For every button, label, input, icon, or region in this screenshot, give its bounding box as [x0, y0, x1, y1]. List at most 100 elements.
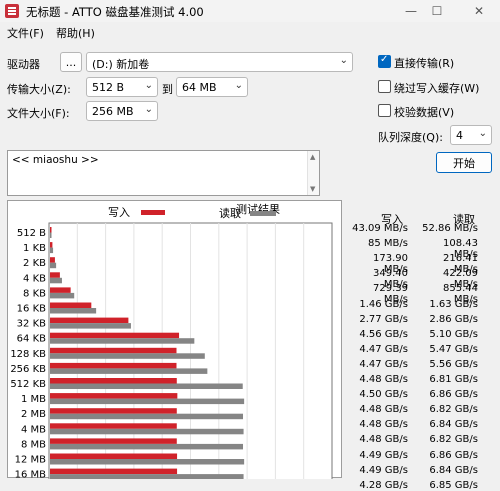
- write-bar: [50, 423, 177, 429]
- bypass-write-cache-label: 绕过写入缓存(W): [394, 82, 480, 95]
- category-label: 12 MB: [15, 455, 47, 466]
- read-result-value: 52.86 MB/s: [422, 223, 478, 234]
- read-bar: [50, 277, 62, 284]
- description-textarea[interactable]: << miaoshu >> ▲ ▼: [7, 150, 320, 196]
- read-result-value: 6.82 GB/s: [429, 404, 478, 416]
- category-label: 512 KB: [10, 379, 46, 390]
- read-result-value: 6.86 GB/s: [429, 449, 478, 461]
- results-chart-panel: 测试结果 写入 读取 512 B1 KB 2 KB 4 KB 8 KB 16 KB 32 KB 6…: [7, 200, 342, 491]
- write-bar: [50, 453, 178, 459]
- direct-io-checkbox[interactable]: [378, 54, 391, 68]
- category-label: 4 MB: [21, 424, 46, 435]
- legend-read-label: 读取: [219, 206, 241, 220]
- write-result-value: 1.46 GB/s: [359, 298, 408, 310]
- transfer-from-value: 512 B: [92, 81, 125, 94]
- read-bar: [50, 262, 57, 269]
- category-label: 1 MB: [21, 394, 46, 405]
- read-result-value: 6.82 GB/s: [429, 434, 478, 446]
- chevron-down-icon: ⌄: [144, 104, 153, 115]
- write-bar: [50, 438, 177, 444]
- write-bar: [50, 393, 178, 399]
- direct-io-label: 直接传输(R): [394, 57, 455, 70]
- description-scrollbar[interactable]: ▲ ▼: [307, 151, 319, 195]
- chevron-down-icon: ⌄: [144, 80, 153, 91]
- close-button[interactable]: ✕: [466, 2, 492, 20]
- category-label: 16 KB: [17, 304, 46, 315]
- category-label: 8 KB: [23, 288, 46, 299]
- read-bar: [50, 413, 244, 420]
- maximize-button[interactable]: ☐: [424, 2, 450, 20]
- queue-depth-label: 队列深度(Q):: [378, 131, 443, 144]
- read-bar: [50, 428, 244, 435]
- category-label: 64 KB: [17, 334, 46, 345]
- category-label: 1 KB: [23, 243, 46, 254]
- read-result-value: 5.56 GB/s: [429, 358, 478, 370]
- write-result-value: 4.47 GB/s: [359, 343, 408, 355]
- read-bar: [50, 323, 131, 329]
- category-label: 128 KB: [10, 349, 46, 360]
- chevron-down-icon: ⌄: [234, 80, 243, 91]
- read-bar: [50, 383, 243, 389]
- read-bar: [50, 398, 245, 405]
- file-size-select[interactable]: 256 MB ⌄: [86, 101, 158, 121]
- menu-file[interactable]: 文件(F): [7, 25, 44, 41]
- verify-data-label: 校验数据(V): [394, 106, 455, 119]
- category-label: 2 KB: [23, 258, 46, 269]
- read-result-value: 5.47 GB/s: [429, 343, 478, 355]
- read-result-value: 6.84 GB/s: [429, 464, 478, 476]
- write-bar: [50, 317, 129, 324]
- browse-button[interactable]: ...: [60, 52, 82, 72]
- read-result-value: 6.81 GB/s: [429, 374, 478, 385]
- write-result-value: 4.50 GB/s: [359, 389, 408, 401]
- drive-label: 驱动器: [7, 58, 40, 71]
- write-bar: [50, 332, 180, 339]
- menu-bar: 文件(F) 帮助(H): [0, 22, 500, 42]
- write-result-value: 85 MB/s: [368, 238, 408, 250]
- queue-depth-select[interactable]: 4 ⌄: [450, 125, 492, 145]
- read-bar: [50, 459, 245, 465]
- menu-help[interactable]: 帮助(H): [56, 25, 95, 41]
- chevron-down-icon: ⌄: [478, 128, 487, 139]
- file-size-value: 256 MB: [92, 105, 134, 118]
- category-label: 32 KB: [17, 319, 46, 330]
- write-bar: [50, 362, 177, 369]
- write-result-value: 2.77 GB/s: [359, 313, 408, 325]
- read-result-value: 5.10 GB/s: [429, 328, 478, 340]
- read-result-value: 2.86 GB/s: [429, 313, 478, 325]
- transfer-from-select[interactable]: 512 B ⌄: [86, 77, 158, 97]
- start-button[interactable]: 开始: [436, 152, 492, 173]
- category-label: 2 MB: [21, 409, 46, 420]
- read-bar: [50, 247, 54, 254]
- write-result-value: 4.47 GB/s: [359, 358, 408, 370]
- read-result-value: 6.84 GB/s: [429, 419, 478, 431]
- read-bar: [50, 232, 52, 238]
- write-bar: [50, 227, 52, 233]
- results-chart: 测试结果写入 读取512 B1 KB2 KB4 KB8 KB16 KB32 KB6…: [10, 203, 333, 491]
- legend-read-swatch: [250, 211, 276, 216]
- read-bar: [50, 368, 208, 374]
- write-bar: [50, 408, 177, 414]
- category-label: 4 KB: [23, 273, 46, 284]
- write-bar: [50, 287, 71, 293]
- read-bar: [50, 308, 97, 314]
- read-bar: [50, 292, 75, 299]
- write-bar: [50, 468, 178, 475]
- queue-depth-value: 4: [456, 129, 463, 142]
- write-bar: [50, 302, 92, 308]
- write-bar: [50, 378, 177, 384]
- bypass-write-cache-checkbox[interactable]: [378, 80, 391, 93]
- transfer-to-value: 64 MB: [182, 81, 217, 94]
- drive-value: (D:) 新加卷: [92, 58, 150, 71]
- verify-data-checkbox[interactable]: [378, 104, 391, 117]
- read-bar: [50, 338, 195, 344]
- minimize-button[interactable]: —: [398, 2, 424, 20]
- drive-select[interactable]: (D:) 新加卷 ⌄: [86, 52, 353, 72]
- scroll-up-icon[interactable]: ▲: [310, 153, 315, 161]
- write-result-value: 4.48 GB/s: [359, 419, 408, 431]
- scroll-down-icon[interactable]: ▼: [310, 185, 315, 193]
- category-label: 8 MB: [21, 439, 46, 450]
- transfer-to-select[interactable]: 64 MB ⌄: [176, 77, 248, 97]
- write-result-value: 4.48 GB/s: [359, 404, 408, 416]
- read-result-value: 1.63 GB/s: [429, 298, 478, 310]
- category-label: 512 B: [17, 228, 46, 239]
